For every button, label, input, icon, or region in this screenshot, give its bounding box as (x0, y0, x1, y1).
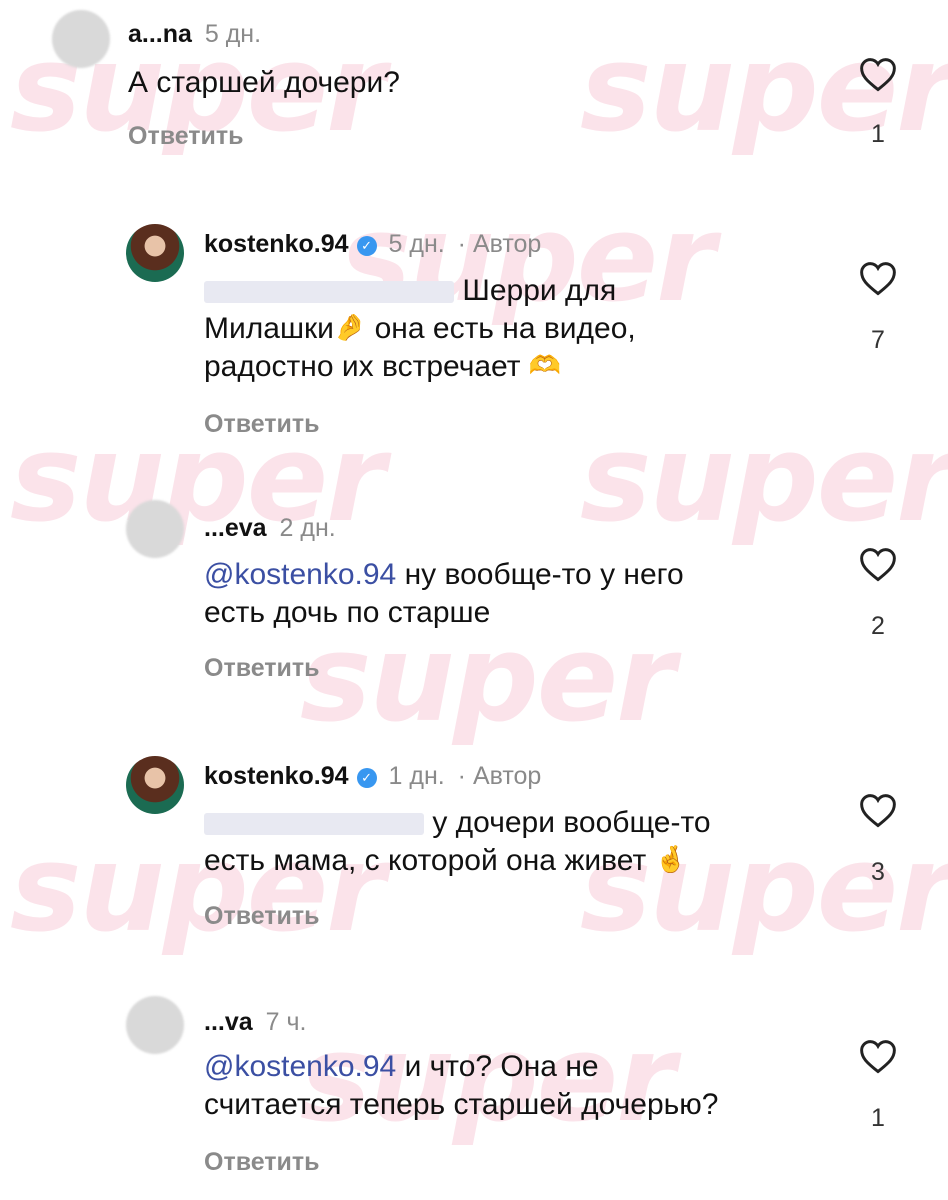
comment-text: @kostenko.94 и что? Она не считается теп… (204, 1050, 719, 1121)
like-count: 2 (871, 612, 885, 640)
verified-badge-icon: ✓ (356, 768, 377, 788)
comment-header: a...na 5 дн. (128, 20, 261, 49)
comment-age: 7 ч. (265, 1008, 307, 1036)
heart-outline-icon[interactable] (858, 56, 898, 92)
username[interactable]: kostenko.94 (204, 230, 349, 258)
mention-link[interactable]: @kostenko.94 (204, 558, 396, 591)
heart-outline-icon[interactable] (858, 546, 898, 582)
username[interactable]: kostenko.94 (204, 762, 349, 790)
heart-outline-icon[interactable] (858, 1038, 898, 1074)
heart-hands-emoji: 🫶 (528, 350, 562, 380)
crossed-fingers-emoji: 🤞 (654, 844, 687, 874)
verified-badge-icon: ✓ (356, 236, 377, 256)
reply-button[interactable]: Ответить (204, 654, 320, 683)
comment-text: А старшей дочери? (128, 66, 400, 99)
avatar[interactable] (126, 224, 184, 282)
heart-outline-icon[interactable] (858, 260, 898, 296)
avatar[interactable] (126, 996, 184, 1054)
reply-button[interactable]: Ответить (204, 410, 320, 439)
author-tag: · Автор (457, 762, 542, 790)
reply-button[interactable]: Ответить (204, 1148, 320, 1177)
comment-header: kostenko.94 ✓ 1 дн. · Автор (204, 762, 541, 791)
watermark: super (300, 610, 675, 749)
comment-header: ...eva 2 дн. (204, 514, 336, 543)
watermark: super (580, 410, 948, 549)
author-tag: · Автор (457, 230, 542, 258)
username[interactable]: ...eva (204, 514, 267, 542)
avatar[interactable] (126, 500, 184, 558)
avatar[interactable] (52, 10, 110, 68)
like-count: 7 (871, 326, 885, 354)
pinched-fingers-emoji: 🤌 (333, 312, 367, 342)
mention-link[interactable]: @kostenko.94 (204, 1050, 396, 1083)
like-count: 1 (871, 1104, 885, 1132)
comment-header: ...va 7 ч. (204, 1008, 306, 1037)
comment-text: Шерри для Милашки🤌 она есть на видео, ра… (204, 274, 636, 383)
username[interactable]: a...na (128, 20, 192, 48)
username[interactable]: ...va (204, 1008, 253, 1036)
comment-text: у дочери вообще-то есть мама, с которой … (204, 806, 711, 877)
comment-age: 5 дн. (388, 230, 445, 258)
reply-button[interactable]: Ответить (204, 902, 320, 931)
comment-age: 2 дн. (279, 514, 336, 542)
like-count: 3 (871, 858, 885, 886)
comment-header: kostenko.94 ✓ 5 дн. · Автор (204, 230, 541, 259)
avatar[interactable] (126, 756, 184, 814)
heart-outline-icon[interactable] (858, 792, 898, 828)
comment-age: 5 дн. (204, 20, 262, 48)
reply-button[interactable]: Ответить (128, 122, 244, 151)
comment-age: 1 дн. (388, 762, 445, 790)
like-count: 1 (871, 120, 885, 148)
mention-link[interactable] (204, 813, 424, 836)
comment-text: @kostenko.94 ну вообще-то у него есть до… (204, 558, 684, 629)
mention-link[interactable] (204, 281, 454, 304)
